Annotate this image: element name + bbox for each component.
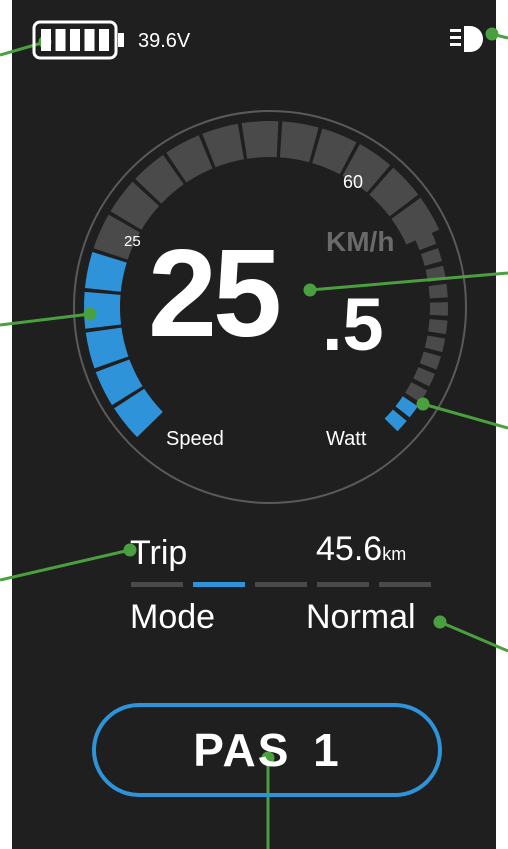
mode-segment-1 <box>131 582 183 587</box>
power-gauge-segment <box>420 248 443 266</box>
power-gauge-segment <box>395 396 418 418</box>
speed-value-decimal: .5 <box>322 283 384 366</box>
trip-unit: km <box>382 544 407 564</box>
callout-dot-power-gauge <box>416 397 430 411</box>
battery-bar <box>55 29 66 51</box>
power-gauge-arc <box>384 231 449 432</box>
callout-line-trip <box>0 548 131 582</box>
speed-unit: KM/h <box>326 226 395 257</box>
mode-segment-5 <box>379 582 431 587</box>
speed-tick-60: 60 <box>343 172 364 192</box>
mode-segment-4 <box>317 582 369 587</box>
battery-icon <box>32 20 124 60</box>
watt-label: Watt <box>326 428 367 450</box>
mode-label: Mode <box>130 598 216 636</box>
power-gauge-segment <box>384 409 407 432</box>
battery-bar <box>41 29 51 51</box>
battery-bar <box>70 29 80 51</box>
speed-tick-25: 25 <box>124 233 141 250</box>
callout-line-speed-gauge <box>0 312 91 327</box>
battery-bar <box>99 29 109 51</box>
power-gauge-segment <box>419 351 441 370</box>
speed-gauge-segment <box>241 121 279 159</box>
mode-segment-2 <box>193 582 245 587</box>
pas-level-label: PAS 1 <box>193 724 341 776</box>
speed-label: Speed <box>166 428 224 450</box>
callout-dot-speed-gauge <box>83 307 97 321</box>
callout-line-mode <box>439 620 508 653</box>
trip-distance: 45.6 <box>316 530 383 568</box>
mode-segment-3 <box>255 582 307 587</box>
power-gauge-segment <box>424 335 446 353</box>
pas-level-button[interactable]: PAS 1 <box>92 703 442 797</box>
power-gauge-segment <box>428 283 448 299</box>
power-gauge-segment <box>428 319 448 335</box>
speed-gauge-segment <box>84 251 127 292</box>
power-gauge-segment <box>429 302 449 316</box>
callout-dot-headlight <box>485 27 499 41</box>
trip-value: 45.6km <box>316 530 406 569</box>
headlight-icon[interactable] <box>448 24 488 54</box>
speed-gauge-segment <box>279 121 319 163</box>
mode-value[interactable]: Normal <box>306 598 416 637</box>
trip-label: Trip <box>130 534 188 572</box>
callout-line-power-gauge <box>422 402 508 430</box>
callout-dot-mode <box>433 615 447 629</box>
power-gauge-segment <box>413 367 435 387</box>
battery-bar <box>84 29 95 51</box>
battery-voltage: 39.6V <box>138 30 191 52</box>
callout-dot-speed-value <box>303 283 317 297</box>
speed-value-integer: 25 <box>148 225 282 363</box>
